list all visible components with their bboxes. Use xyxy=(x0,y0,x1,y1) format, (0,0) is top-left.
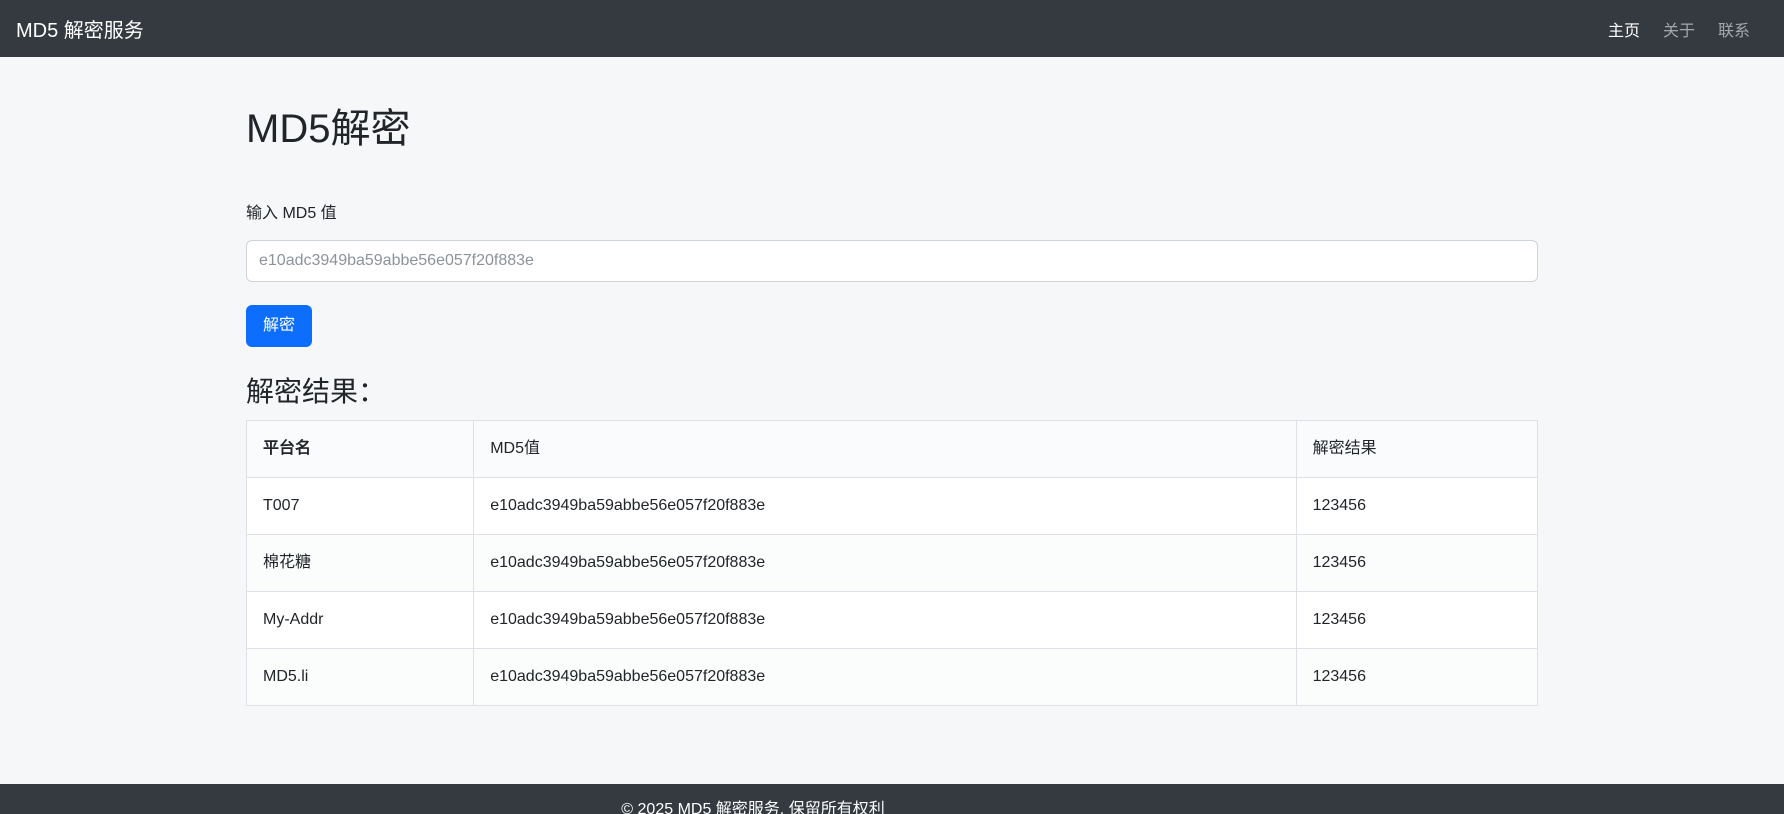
table-header-cell: 解密结果 xyxy=(1296,420,1537,477)
navbar: MD5 解密服务 主页 关于 联系 xyxy=(0,0,1784,57)
results-table: 平台名 MD5值 解密结果 T007 e10adc3949ba59abbe56e… xyxy=(246,420,1538,706)
md5-input[interactable] xyxy=(246,240,1538,282)
table-header-row: 平台名 MD5值 解密结果 xyxy=(247,420,1538,477)
navbar-links: 主页 关于 联系 xyxy=(1608,17,1750,41)
md5-input-label: 输入 MD5 值 xyxy=(246,202,1538,226)
results-table-header: 平台名 MD5值 解密结果 xyxy=(247,420,1538,477)
result-cell: 123456 xyxy=(1296,648,1537,705)
md5-cell: e10adc3949ba59abbe56e057f20f883e xyxy=(474,477,1296,534)
nav-link[interactable]: 关于 xyxy=(1663,23,1695,40)
footer-inner: © 2025 MD5 解密服务, 保留所有权利 xyxy=(0,798,1506,814)
result-cell: 123456 xyxy=(1296,534,1537,591)
md5-cell: e10adc3949ba59abbe56e057f20f883e xyxy=(474,591,1296,648)
platform-cell: MD5.li xyxy=(247,648,474,705)
nav-link[interactable]: 联系 xyxy=(1718,23,1750,40)
table-row: My-Addr e10adc3949ba59abbe56e057f20f883e… xyxy=(247,591,1538,648)
content-container: MD5解密 输入 MD5 值 解密 解密结果： 平台名 MD5值 xyxy=(246,57,1538,706)
decrypt-button[interactable]: 解密 xyxy=(246,305,312,347)
page-title: MD5解密 xyxy=(246,105,1538,153)
table-row: 棉花糖 e10adc3949ba59abbe56e057f20f883e 123… xyxy=(247,534,1538,591)
footer-copyright: © 2025 MD5 解密服务, 保留所有权利 xyxy=(0,798,1506,814)
main-content: MD5解密 输入 MD5 值 解密 解密结果： 平台名 MD5值 xyxy=(0,57,1784,706)
navbar-brand[interactable]: MD5 解密服务 xyxy=(16,14,144,43)
table-header-cell: MD5值 xyxy=(474,420,1296,477)
results-table-body: T007 e10adc3949ba59abbe56e057f20f883e 12… xyxy=(247,477,1538,705)
platform-cell: 棉花糖 xyxy=(247,534,474,591)
page: MD5 解密服务 主页 关于 联系 MD5解密 输入 MD5 值 解密 xyxy=(0,0,1784,814)
table-header-cell: 平台名 xyxy=(247,420,474,477)
result-cell: 123456 xyxy=(1296,477,1537,534)
md5-cell: e10adc3949ba59abbe56e057f20f883e xyxy=(474,534,1296,591)
platform-cell: My-Addr xyxy=(247,591,474,648)
nav-link[interactable]: 主页 xyxy=(1608,23,1640,40)
table-row: T007 e10adc3949ba59abbe56e057f20f883e 12… xyxy=(247,477,1538,534)
footer: © 2025 MD5 解密服务, 保留所有权利 xyxy=(0,784,1784,814)
result-cell: 123456 xyxy=(1296,591,1537,648)
results-heading: 解密结果： xyxy=(246,375,1538,409)
platform-cell: T007 xyxy=(247,477,474,534)
md5-cell: e10adc3949ba59abbe56e057f20f883e xyxy=(474,648,1296,705)
table-row: MD5.li e10adc3949ba59abbe56e057f20f883e … xyxy=(247,648,1538,705)
